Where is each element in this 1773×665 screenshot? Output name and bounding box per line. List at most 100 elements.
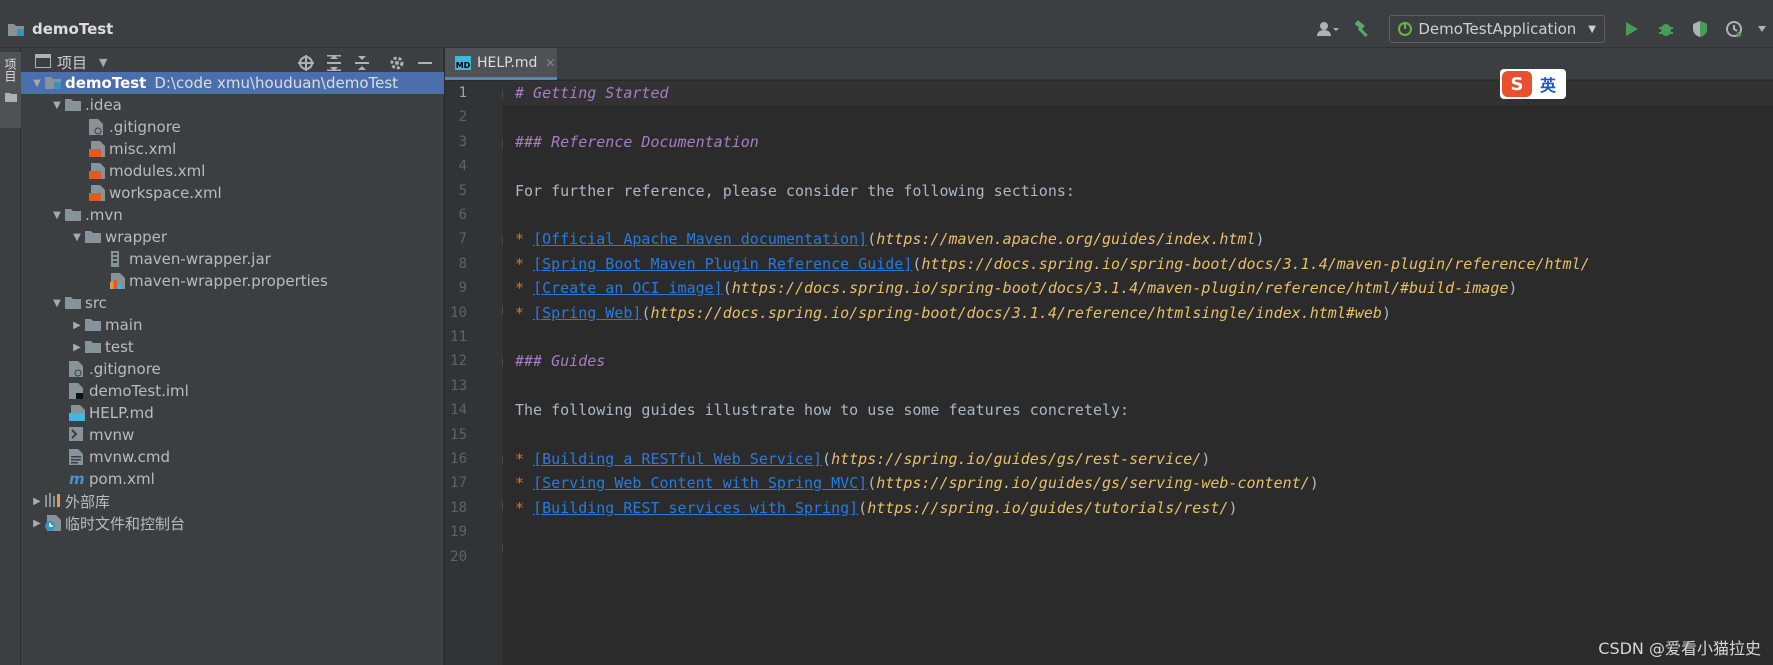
properties-file-icon [109,273,125,289]
code-line-1[interactable]: # Getting Started [515,81,669,105]
code-line-14[interactable]: The following guides illustrate how to u… [515,398,1129,422]
spring-boot-icon [1398,22,1413,36]
profile-icon[interactable] [1721,16,1747,42]
project-tool-window-tab[interactable]: 项目 [0,52,21,128]
code-line-5[interactable]: For further reference, please consider t… [515,179,1075,203]
chevron-right-icon[interactable]: ▶ [69,339,85,355]
debug-icon[interactable] [1653,16,1679,42]
tree-item-misc-xml[interactable]: misc.xml [21,138,444,160]
chevron-down-icon[interactable]: ▼ [69,229,85,245]
tree-item-pom-xml[interactable]: m pom.xml [21,468,444,490]
line-number: 8 [458,256,467,272]
code-line-7[interactable]: * [Official Apache Maven documentation](… [515,227,1265,251]
tree-item-demotest[interactable]: ▼ demoTest D:\code xmu\houduan\demoTest [21,72,444,94]
gear-icon[interactable] [386,52,408,74]
code-line-18[interactable]: * [Building REST services with Spring](h… [515,496,1237,520]
build-hammer-icon[interactable] [1349,16,1375,42]
chevron-down-icon[interactable]: ▼ [99,56,107,69]
markdown-file-icon [69,405,85,421]
line-number: 4 [458,158,467,174]
iml-file-icon [69,383,85,399]
tree-item-label: misc.xml [109,140,177,158]
gitignore-file-icon [89,119,105,135]
menu-bar-remnant [0,0,1773,10]
chevron-right-icon[interactable]: ▶ [69,317,85,333]
tree-item-wrapper[interactable]: ▼ wrapper [21,226,444,248]
editor-code-area[interactable]: # Getting Started ### Reference Document… [503,81,1773,665]
code-line-9[interactable]: * [Create an OCI image](https://docs.spr… [515,276,1517,300]
code-line-16[interactable]: * [Building a RESTful Web Service](https… [515,447,1210,471]
cmd-file-icon [69,449,85,465]
tree-item-modules-xml[interactable]: modules.xml [21,160,444,182]
project-view-icon [34,52,52,72]
collapse-all-icon[interactable] [351,52,373,74]
code-line-8[interactable]: * [Spring Boot Maven Plugin Reference Gu… [515,252,1590,276]
tree-item-label: modules.xml [109,162,206,180]
chevron-down-icon[interactable]: ▼ [49,207,65,223]
expand-all-icon[interactable] [323,52,345,74]
tree-item-src[interactable]: ▼ src [21,292,444,314]
paren: ( [867,230,877,248]
heading-text: ### Guides [515,352,606,370]
xml-file-icon [89,185,105,201]
heading-text: # Getting Started [515,84,669,102]
line-number: 15 [450,427,467,443]
folder-icon [65,295,81,311]
locate-file-icon[interactable] [295,52,317,74]
project-panel-title[interactable]: 项目 [57,52,87,73]
tree-item-help-md[interactable]: HELP.md [21,402,444,424]
chevron-down-icon: ▼ [1588,23,1596,35]
line-number: 3 [458,134,467,150]
link-url: https://docs.spring.io/spring-boot/docs/… [731,279,1509,297]
paren: ( [867,474,877,492]
chevron-down-icon[interactable]: ▼ [29,75,45,91]
line-number: 18 [450,500,467,516]
chevron-down-icon[interactable]: ▼ [49,97,65,113]
project-title[interactable]: demoTest [32,20,113,38]
tree-item-test[interactable]: ▶ test [21,336,444,358]
tree-item-mvnw-cmd[interactable]: mvnw.cmd [21,446,444,468]
tree-item-mvnw[interactable]: mvnw [21,424,444,446]
chevron-right-icon[interactable]: ▶ [29,515,45,531]
tree-item-demotest-iml[interactable]: demoTest.iml [21,380,444,402]
bullet: * [515,304,534,322]
tab-help-md[interactable]: MD HELP.md ✕ [445,48,557,80]
tree-item-external-libraries[interactable]: ▶ 外部库 [21,490,444,512]
paren: ( [858,499,868,517]
code-line-3[interactable]: ### Reference Documentation [515,130,759,154]
tree-item-label: demoTest [65,74,147,92]
minimize-icon[interactable] [414,52,436,74]
tree-item-idea-gitignore[interactable]: .gitignore [21,116,444,138]
tree-item-scratches[interactable]: ▶ 临时文件和控制台 [21,512,444,534]
run-configuration-select[interactable]: DemoTestApplication ▼ [1389,15,1605,43]
link-url: https://docs.spring.io/spring-boot/docs/… [921,255,1590,273]
tree-item-main[interactable]: ▶ main [21,314,444,336]
folder-icon [85,317,101,333]
run-icon[interactable] [1619,16,1645,42]
chevron-down-icon[interactable]: ▼ [49,295,65,311]
user-account-icon[interactable] [1315,16,1341,42]
ime-language-label: 英 [1540,76,1557,95]
left-tool-window-strip: 项目 [0,48,21,665]
code-line-10[interactable]: * [Spring Web](https://docs.spring.io/sp… [515,301,1391,325]
tree-item-idea[interactable]: ▼ .idea [21,94,444,116]
tree-item-gitignore[interactable]: .gitignore [21,358,444,380]
line-number: 6 [458,207,467,223]
coverage-icon[interactable] [1687,16,1713,42]
close-icon[interactable]: ✕ [545,56,555,70]
code-line-17[interactable]: * [Serving Web Content with Spring MVC](… [515,471,1319,495]
paren: ) [1228,499,1238,517]
tree-item-label: main [105,316,143,334]
tree-item-mvn[interactable]: ▼ .mvn [21,204,444,226]
ime-status-badge[interactable]: S 英 [1500,69,1566,99]
code-line-12[interactable]: ### Guides [515,349,605,373]
tree-item-workspace-xml[interactable]: workspace.xml [21,182,444,204]
bullet: * [515,255,534,273]
line-number: 7 [458,231,467,247]
maven-file-icon: m [69,470,85,488]
chevron-right-icon[interactable]: ▶ [29,493,45,509]
tree-item-maven-wrapper-properties[interactable]: maven-wrapper.properties [21,270,444,292]
line-number: 9 [458,280,467,296]
more-actions-chevron-icon[interactable] [1755,16,1769,42]
tree-item-maven-wrapper-jar[interactable]: maven-wrapper.jar [21,248,444,270]
